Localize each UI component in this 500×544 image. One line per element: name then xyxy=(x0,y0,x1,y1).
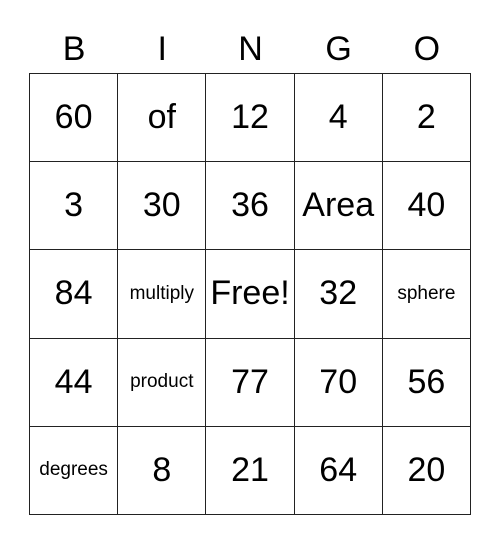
bingo-cell[interactable]: 64 xyxy=(294,426,383,515)
bingo-cell[interactable]: 70 xyxy=(294,338,383,427)
bingo-cell[interactable]: 84 xyxy=(30,250,119,339)
bingo-cell[interactable]: 3 xyxy=(30,162,119,251)
bingo-cell[interactable]: 56 xyxy=(382,338,471,427)
header-letter-o: O xyxy=(413,30,441,68)
bingo-cell[interactable]: 44 xyxy=(30,338,119,427)
bingo-cell[interactable]: of xyxy=(118,74,207,163)
bingo-cell[interactable]: sphere xyxy=(382,250,471,339)
bingo-cell[interactable]: degrees xyxy=(30,426,119,515)
bingo-cell[interactable]: 8 xyxy=(118,426,207,515)
bingo-cell[interactable]: 4 xyxy=(294,74,383,163)
header-letter-b: B xyxy=(62,30,86,68)
bingo-cell[interactable]: 36 xyxy=(206,162,295,251)
header-letter-n: N xyxy=(238,30,263,68)
bingo-cell[interactable]: 21 xyxy=(206,426,295,515)
bingo-cell[interactable]: 40 xyxy=(382,162,471,251)
bingo-cell[interactable]: Area xyxy=(294,162,383,251)
bingo-cell[interactable]: 2 xyxy=(382,74,471,163)
bingo-cell[interactable]: 60 xyxy=(30,74,119,163)
bingo-cell[interactable]: 30 xyxy=(118,162,207,251)
header-letter-i: I xyxy=(157,30,167,68)
bingo-cell[interactable]: Free! xyxy=(206,250,295,339)
header-letter-g: G xyxy=(325,30,352,68)
bingo-header: B I N G O xyxy=(30,26,471,72)
bingo-grid: 60 of 12 4 2 3 30 36 Area 40 84 multiply Free! 32 sphe… xyxy=(29,73,471,515)
bingo-cell[interactable]: 32 xyxy=(294,250,383,339)
bingo-cell[interactable]: product xyxy=(118,338,207,427)
bingo-cell[interactable]: 77 xyxy=(206,338,295,427)
bingo-cell[interactable]: 20 xyxy=(382,426,471,515)
bingo-cell[interactable]: 12 xyxy=(206,74,295,163)
bingo-cell[interactable]: multiply xyxy=(118,250,207,339)
